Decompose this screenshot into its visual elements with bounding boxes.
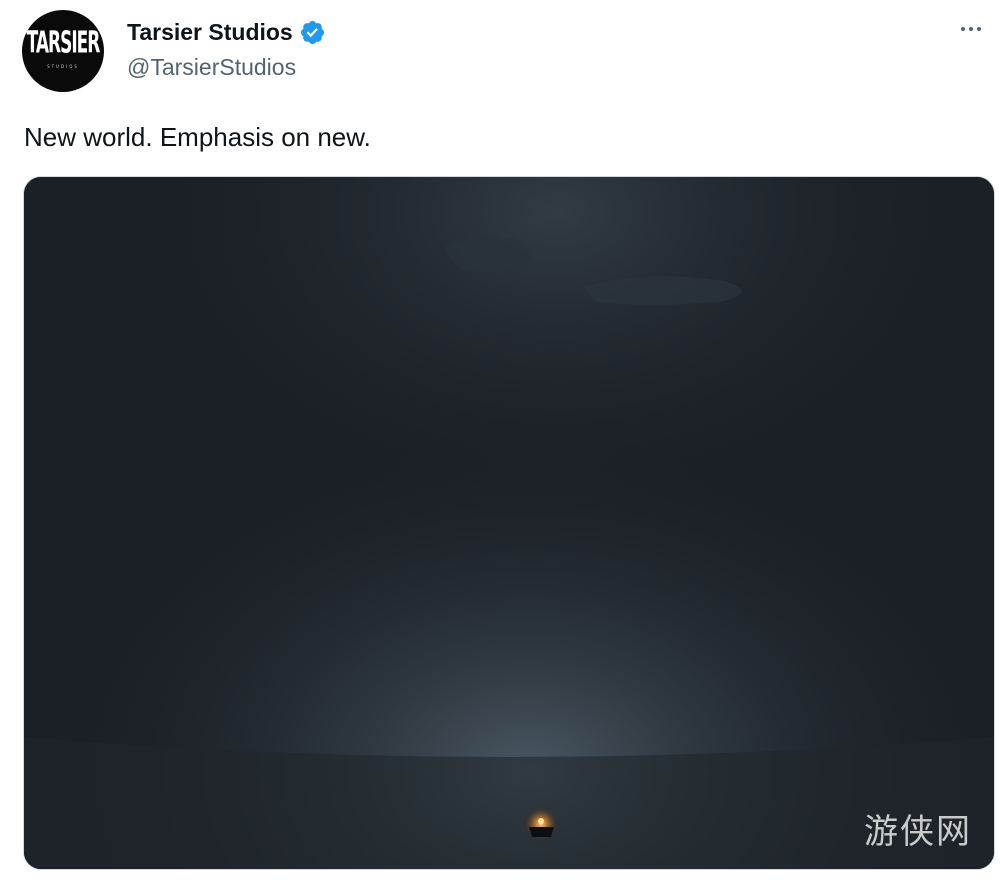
- avatar-logo-text: TARSIER: [26, 25, 101, 62]
- avatar[interactable]: TARSIER STUDIOS: [22, 10, 104, 92]
- tweet-media-image[interactable]: 游侠网: [23, 176, 995, 870]
- author-handle[interactable]: @TarsierStudios: [127, 53, 296, 81]
- more-options-button[interactable]: [954, 12, 988, 46]
- tweet-card: TARSIER STUDIOS Tarsier Studios @Tarsier…: [0, 0, 1000, 883]
- author-display-name[interactable]: Tarsier Studios: [127, 18, 293, 46]
- avatar-logo-subtext: STUDIOS: [47, 63, 79, 69]
- more-horizontal-icon-dot: [969, 27, 973, 31]
- verified-badge-icon[interactable]: [299, 19, 326, 46]
- media-illustration: [24, 177, 994, 869]
- watermark-text: 游侠网: [864, 812, 972, 852]
- more-horizontal-icon-dot: [977, 27, 981, 31]
- author-name-row: Tarsier Studios: [127, 18, 326, 46]
- tweet-text: New world. Emphasis on new.: [24, 122, 371, 152]
- more-horizontal-icon-dot: [961, 27, 965, 31]
